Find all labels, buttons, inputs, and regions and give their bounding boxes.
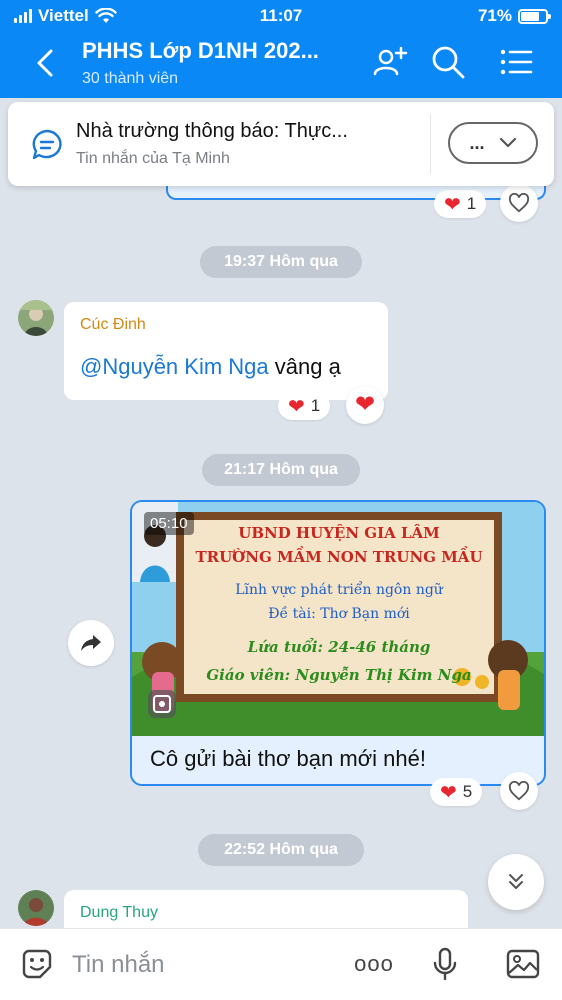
share-button[interactable] (68, 620, 114, 666)
image-button[interactable] (504, 945, 542, 983)
video-caption: Cô gửi bài thơ bạn mới nhé! (150, 746, 426, 771)
heart-filled-icon: ❤ (354, 391, 376, 418)
heart-icon: ❤ (288, 395, 305, 418)
heart-outline-icon (508, 193, 530, 213)
more-dots-icon: ooo (354, 951, 394, 976)
chevron-down-icon (499, 137, 516, 148)
back-button[interactable] (28, 46, 62, 80)
reaction-summary[interactable]: ❤ 5 (430, 778, 483, 806)
thumbnail-line: Giáo viên: Nguyễn Thị Kim Nga (206, 666, 472, 684)
react-button[interactable]: ❤ (346, 386, 384, 424)
battery-icon (518, 8, 551, 24)
chat-title[interactable]: PHHS Lớp D1NH 202... (82, 38, 319, 64)
sender-name: Dung Thuy (80, 904, 158, 921)
heart-icon: ❤ (440, 781, 457, 804)
thumbnail-line: Lứa tuổi: 24-46 tháng (247, 638, 431, 656)
message-text: @Nguyễn Kim Nga vâng ạ (80, 354, 341, 380)
battery-info: 71% (477, 6, 551, 26)
double-chevron-down-icon (509, 874, 523, 889)
back-icon (37, 49, 53, 77)
pinned-title: Nhà trường thông báo: Thực... (76, 120, 348, 142)
time-separator: 22:52 Hôm qua (198, 834, 364, 866)
reaction-summary[interactable]: ❤ 1 (278, 392, 331, 420)
message-bubble[interactable]: Cúc Đinh @Nguyễn Kim Nga vâng ạ (64, 302, 388, 400)
thumbnail-line: TRƯỜNG MẦM NON TRUNG MẦU (195, 548, 483, 566)
microphone-icon (433, 947, 457, 981)
add-member-button[interactable] (372, 44, 408, 80)
menu-list-icon (500, 49, 533, 75)
time-separator: 19:37 Hôm qua (200, 246, 362, 278)
thumbnail-line: Lĩnh vực phát triển ngôn ngữ (235, 582, 443, 598)
pinned-more-button[interactable]: ... (448, 122, 538, 164)
message-input[interactable]: Tin nhắn (72, 951, 165, 979)
message-body: vâng ạ (268, 354, 341, 379)
member-count: 30 thành viên (82, 70, 179, 87)
scroll-to-bottom-button[interactable] (488, 854, 544, 910)
chat-bubble-icon (32, 129, 62, 160)
voice-button[interactable] (426, 945, 464, 983)
thumbnail-line: Đề tài: Thơ Bạn mới (268, 606, 410, 622)
header-bar: Viettel 11:07 71% PHHS Lớp D1NH 202... 3… (0, 0, 562, 98)
video-thumbnail[interactable]: 05:10 UBND HUYỆN GIA LÂM TRƯỜNG MẦM NON … (132, 502, 544, 736)
avatar[interactable] (18, 300, 54, 336)
sticker-icon (22, 949, 52, 979)
reaction-count: 5 (462, 782, 473, 801)
pinned-message[interactable]: Nhà trường thông báo: Thực... Tin nhắn c… (8, 102, 554, 186)
time-separator: 21:17 Hôm qua (202, 454, 360, 486)
divider (430, 114, 431, 174)
video-message[interactable]: 05:10 UBND HUYỆN GIA LÂM TRƯỜNG MẦM NON … (130, 500, 546, 786)
message-composer: Tin nhắn ooo (0, 928, 562, 1000)
battery-percent: 71% (477, 6, 512, 25)
mention-link[interactable]: @Nguyễn Kim Nga (80, 354, 269, 379)
share-arrow-icon (81, 635, 101, 651)
pinned-subtitle: Tin nhắn của Tạ Minh (76, 150, 230, 167)
search-icon (432, 46, 465, 79)
thumbnail-line: UBND HUYỆN GIA LÂM (238, 524, 440, 542)
reaction-count: 1 (466, 194, 477, 213)
add-member-icon (373, 46, 408, 76)
reaction-count: 1 (310, 396, 321, 415)
reaction-summary[interactable]: ❤ 1 (434, 190, 487, 218)
sender-name: Cúc Đinh (80, 316, 146, 333)
more-dots: ... (469, 132, 485, 153)
search-button[interactable] (430, 44, 466, 80)
image-icon (506, 949, 540, 979)
react-button[interactable] (500, 184, 538, 222)
more-options-button[interactable]: ooo (352, 945, 396, 983)
avatar[interactable] (18, 890, 54, 926)
menu-button[interactable] (498, 44, 534, 80)
heart-outline-icon (508, 781, 530, 801)
sticker-button[interactable] (18, 945, 56, 983)
heart-icon: ❤ (444, 193, 461, 216)
react-button[interactable] (500, 772, 538, 810)
status-bar: Viettel 11:07 71% (0, 4, 562, 28)
